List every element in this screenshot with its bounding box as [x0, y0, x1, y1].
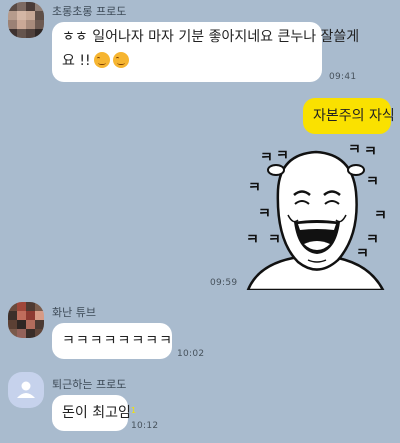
sticker-laugh-char: ㅋ [374, 208, 387, 224]
avatar-chorong-frodo[interactable] [8, 2, 44, 38]
sticker-laugh-char: ㅋ [364, 144, 377, 160]
message-bubble[interactable]: ㅋㅋㅋㅋㅋㅋㅋㅋ [52, 323, 172, 359]
wink-face-emoji [112, 52, 129, 68]
wink-face-emoji [93, 52, 110, 68]
message-text-line: 요 !! [62, 53, 91, 69]
sender-name: 퇴근하는 프로도 [52, 378, 127, 391]
sticker-laugh-char: ㅋ [258, 206, 271, 222]
message-time: 10:02 [177, 349, 205, 359]
sticker-laugh-char: ㅋ [260, 150, 273, 166]
my-message-bubble[interactable]: 자본주의 자식 [303, 98, 395, 134]
message-text-line: ㅎㅎ 일어나자 마자 기분 좋아지네요 큰누나 잘쓸게 [62, 29, 360, 45]
sticker-laugh-char: ㅋ [248, 180, 261, 196]
sticker-laugh-char: ㅋ [276, 148, 289, 164]
sender-name: 화난 튜브 [52, 306, 96, 319]
unread-count: 1 [131, 406, 137, 415]
message-time: 10:12 [131, 421, 159, 431]
message-time: 09:41 [329, 72, 357, 82]
laughing-face-sticker[interactable]: ㅋㅋㅋㅋㅋ ㅋㅋ ㅋㅋㅋㅋㅋ [238, 140, 390, 290]
avatar-default[interactable] [8, 372, 44, 408]
sticker-laugh-char: ㅋ [356, 246, 369, 262]
default-profile-icon [17, 381, 35, 398]
sticker-laugh-char: ㅋ [348, 142, 361, 158]
sticker-laugh-char: ㅋ [268, 232, 281, 248]
message-text: 돈이 최고임 [62, 405, 131, 421]
message-bubble[interactable]: ㅎㅎ 일어나자 마자 기분 좋아지네요 큰누나 잘쓸게 요 !! [52, 22, 360, 82]
sticker-laugh-char: ㅋ [366, 174, 379, 190]
sender-name: 초롱초롱 프로도 [52, 5, 127, 18]
sticker-laugh-char: ㅋ [246, 232, 259, 248]
avatar-angry-tube[interactable] [8, 302, 44, 338]
message-time: 09:59 [210, 278, 238, 288]
message-bubble[interactable]: 돈이 최고임 [52, 395, 131, 431]
message-text: ㅋㅋㅋㅋㅋㅋㅋㅋ [62, 333, 174, 349]
message-text: 자본주의 자식 [313, 108, 395, 124]
